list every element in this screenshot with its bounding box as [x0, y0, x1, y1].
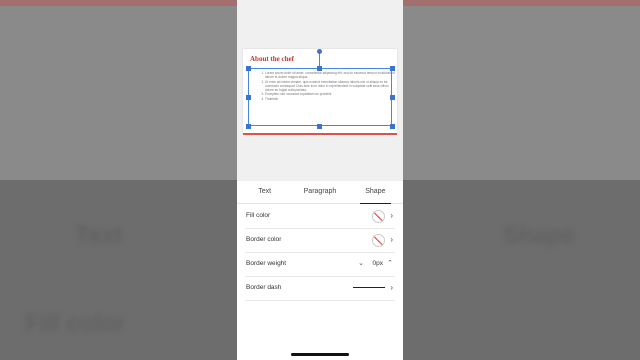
border-color-label: Border color [246, 236, 282, 243]
list-item: Lorem ipsum dolor sit amet, consectetur … [265, 71, 397, 80]
background-right-panel: Shape [403, 0, 640, 360]
slide-canvas-area: About the chef Lorem ipsum dolor sit ame… [237, 0, 403, 181]
slide-title[interactable]: About the chef [250, 55, 294, 63]
chevron-down-icon[interactable]: ⌄ [358, 252, 364, 276]
resize-handle-bottom-right[interactable] [390, 124, 395, 129]
resize-handle-bottom-left[interactable] [246, 124, 251, 129]
resize-handle-top-left[interactable] [246, 66, 251, 71]
border-color-row[interactable]: Border color › [246, 228, 394, 253]
fill-color-row[interactable]: Fill color › [246, 204, 394, 229]
chevron-right-icon: › [390, 211, 393, 220]
format-bottom-sheet: Text Paragraph Shape Fill color › Border… [237, 181, 403, 360]
list-item: Ut enim ad minim veniam, quis nostrud ex… [265, 80, 397, 93]
fill-color-label: Fill color [246, 212, 271, 219]
phone-screen: About the chef Lorem ipsum dolor sit ame… [237, 0, 403, 360]
resize-handle-top-right[interactable] [390, 66, 395, 71]
tab-shape[interactable]: Shape [348, 181, 403, 204]
background-text-left-2: Fill color [25, 310, 126, 337]
rotate-handle[interactable] [317, 49, 322, 54]
border-weight-label: Border weight [246, 260, 287, 267]
resize-handle-top[interactable] [317, 66, 322, 71]
chevron-right-icon: › [390, 235, 393, 244]
format-tabs: Text Paragraph Shape [237, 181, 403, 204]
border-dash-label: Border dash [246, 284, 282, 291]
no-color-swatch-icon [372, 234, 385, 247]
background-left-panel: Text Fill color [0, 0, 237, 360]
slide[interactable]: About the chef Lorem ipsum dolor sit ame… [243, 49, 397, 133]
border-weight-value: 0px [372, 260, 383, 267]
list-item: Thumbtin [265, 97, 397, 101]
background-text-left: Text [75, 222, 123, 249]
solid-line-icon [353, 287, 385, 288]
tab-paragraph[interactable]: Paragraph [292, 181, 347, 203]
chevron-up-icon[interactable]: ⌃ [387, 252, 393, 276]
background-text-right: Shape [503, 222, 576, 249]
text-box-selection[interactable]: Lorem ipsum dolor sit amet, consectetur … [248, 68, 395, 126]
chevron-right-icon: › [390, 283, 393, 292]
resize-handle-left[interactable] [246, 95, 251, 100]
resize-handle-right[interactable] [390, 95, 395, 100]
tab-text[interactable]: Text [237, 181, 292, 203]
slide-accent-line [243, 133, 397, 135]
no-color-swatch-icon [372, 210, 385, 223]
border-weight-row: Border weight ⌄ 0px ⌃ [246, 252, 394, 277]
home-indicator[interactable] [291, 353, 349, 356]
resize-handle-bottom[interactable] [317, 124, 322, 129]
slide-bullet-list: Lorem ipsum dolor sit amet, consectetur … [257, 71, 397, 101]
border-dash-row[interactable]: Border dash › [246, 276, 394, 301]
